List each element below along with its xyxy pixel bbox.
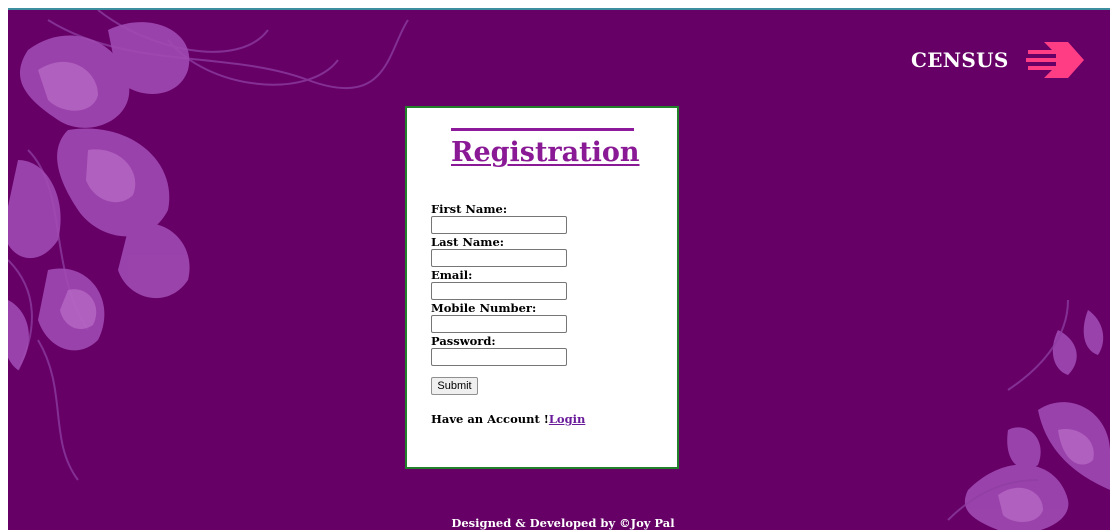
submit-button[interactable]: Submit [431,377,478,395]
password-label: Password: [431,334,496,348]
mobile-number-input[interactable] [431,315,567,333]
mobile-number-label: Mobile Number: [431,301,537,315]
fast-arrow-icon [1026,42,1084,78]
page-title: Registration [451,137,640,168]
title-accent-bar [451,128,634,131]
password-input[interactable] [431,348,567,366]
account-prompt: Have an Account !Login [431,412,585,426]
account-prompt-text: Have an Account ! [431,412,549,426]
first-name-input[interactable] [431,216,567,234]
brand-name: CENSUS [911,48,1009,72]
last-name-label: Last Name: [431,235,505,249]
email-input[interactable] [431,282,567,300]
login-link[interactable]: Login [549,412,586,426]
first-name-label: First Name: [431,202,508,216]
footer-credit: Designed & Developed by ©Joy Pal [451,516,675,530]
email-label: Email: [431,268,473,282]
page: CENSUS Registration First Name: Last Nam… [0,0,1110,530]
last-name-input[interactable] [431,249,567,267]
registration-card: Registration First Name: Last Name: Emai… [405,106,679,469]
